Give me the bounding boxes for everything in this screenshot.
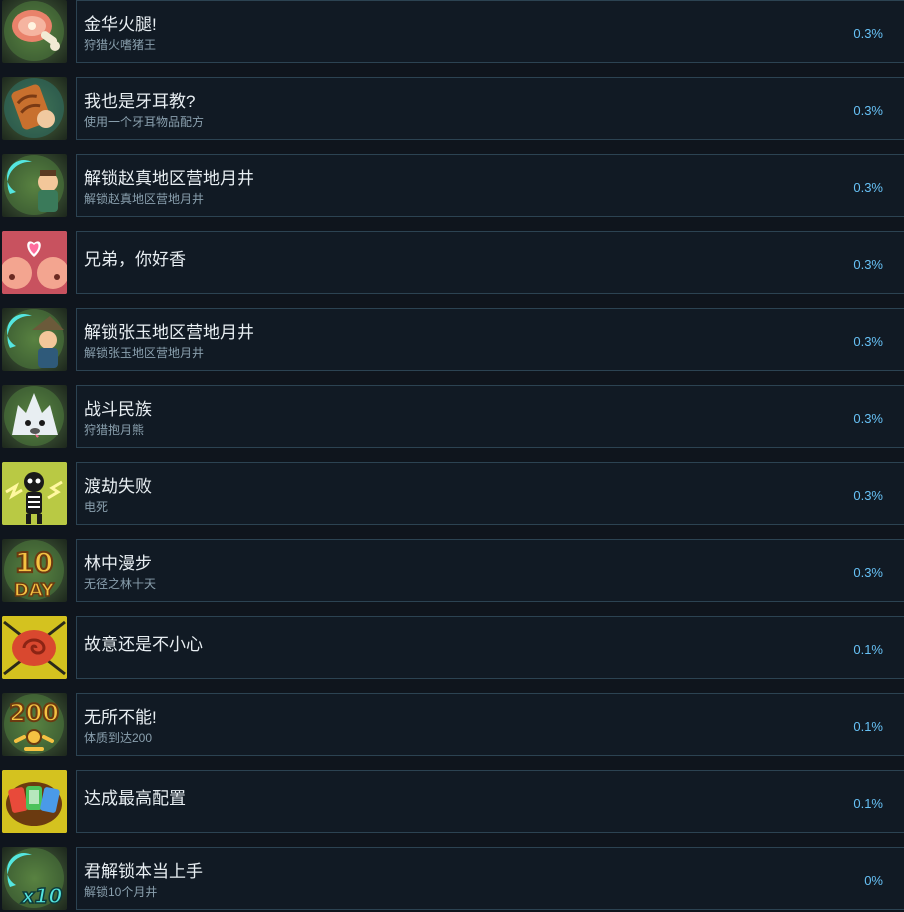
svg-text:DAY: DAY xyxy=(14,580,55,601)
achievement-card: 林中漫步 无径之林十天 0.3% xyxy=(76,539,904,602)
cards-icon xyxy=(2,770,67,833)
crescent-blade-villager-icon xyxy=(2,154,67,217)
achievement-description: 狩猎抱月熊 xyxy=(84,423,145,437)
achievement-row: 10 DAY 林中漫步 无径之林十天 0.3% xyxy=(0,539,904,604)
achievement-card: 君解锁本当上手 解锁10个月井 0% xyxy=(76,847,904,910)
achievement-description: 解锁赵真地区营地月井 xyxy=(84,192,205,206)
achievement-title: 达成最高配置 xyxy=(84,789,186,808)
achievement-row: 200 无所不能! 体质到达200 0.1% xyxy=(0,693,904,758)
achievement-title: 我也是牙耳教? xyxy=(84,92,196,111)
achievement-title: 金华火腿! xyxy=(84,15,157,34)
unlock-percentage: 0.3% xyxy=(853,103,883,118)
unlock-percentage: 0.1% xyxy=(853,796,883,811)
ten-day-icon: 10 DAY xyxy=(2,539,67,602)
achievement-card: 故意还是不小心 0.1% xyxy=(76,616,904,679)
ham-icon xyxy=(2,0,67,63)
svg-text:x10: x10 xyxy=(21,884,63,908)
achievement-title: 林中漫步 xyxy=(84,554,152,573)
achievement-row: 解锁张玉地区营地月井 解锁张玉地区营地月井 0.3% xyxy=(0,308,904,373)
achievement-row: 金华火腿! 狩猎火嗜猪王 0.3% xyxy=(0,0,904,65)
achievement-title: 故意还是不小心 xyxy=(84,635,203,654)
achievement-card: 解锁赵真地区营地月井 解锁赵真地区营地月井 0.3% xyxy=(76,154,904,217)
achievement-title: 解锁赵真地区营地月井 xyxy=(84,169,254,188)
achievement-title: 战斗民族 xyxy=(84,400,152,419)
scroll-icon xyxy=(2,77,67,140)
achievement-card: 金华火腿! 狩猎火嗜猪王 0.3% xyxy=(76,0,904,63)
achievement-card: 达成最高配置 0.1% xyxy=(76,770,904,833)
two-hundred-icon: 200 xyxy=(2,693,67,756)
achievement-row: 战斗民族 狩猎抱月熊 0.3% xyxy=(0,385,904,450)
unlock-percentage: 0.3% xyxy=(853,488,883,503)
achievement-description: 解锁张玉地区营地月井 xyxy=(84,346,205,360)
achievement-card: 解锁张玉地区营地月井 解锁张玉地区营地月井 0.3% xyxy=(76,308,904,371)
achievement-row: 故意还是不小心 0.1% xyxy=(0,616,904,681)
achievement-card: 无所不能! 体质到达200 0.1% xyxy=(76,693,904,756)
unlock-percentage: 0.3% xyxy=(853,26,883,41)
achievement-description: 解锁10个月井 xyxy=(84,885,158,899)
achievement-title: 解锁张玉地区营地月井 xyxy=(84,323,254,342)
svg-text:200: 200 xyxy=(9,699,59,727)
pig-heart-icon xyxy=(2,231,67,294)
meat-swirl-icon xyxy=(2,616,67,679)
achievement-description: 使用一个牙耳物品配方 xyxy=(84,115,205,129)
achievement-description: 电死 xyxy=(84,500,109,514)
unlock-percentage: 0.3% xyxy=(853,565,883,580)
achievement-row: 我也是牙耳教? 使用一个牙耳物品配方 0.3% xyxy=(0,77,904,142)
unlock-percentage: 0% xyxy=(864,873,883,888)
achievement-card: 我也是牙耳教? 使用一个牙耳物品配方 0.3% xyxy=(76,77,904,140)
electrocuted-skeleton-icon xyxy=(2,462,67,525)
unlock-percentage: 0.1% xyxy=(853,642,883,657)
achievement-row: 达成最高配置 0.1% xyxy=(0,770,904,835)
white-bear-icon xyxy=(2,385,67,448)
achievement-title: 无所不能! xyxy=(84,708,157,727)
unlock-percentage: 0.1% xyxy=(853,719,883,734)
svg-text:10: 10 xyxy=(15,546,54,579)
achievement-card: 战斗民族 狩猎抱月熊 0.3% xyxy=(76,385,904,448)
achievement-title: 渡劫失败 xyxy=(84,477,152,496)
achievement-list: 金华火腿! 狩猎火嗜猪王 0.3% 我也是牙耳教? 使用一个牙耳物品配方 0.3… xyxy=(0,0,904,910)
achievement-row: 兄弟，你好香 0.3% xyxy=(0,231,904,296)
achievement-row: 渡劫失败 电死 0.3% xyxy=(0,462,904,527)
achievement-description: 无径之林十天 xyxy=(84,577,157,591)
crescent-blade-x10-icon: x10 xyxy=(2,847,67,910)
achievement-card: 渡劫失败 电死 0.3% xyxy=(76,462,904,525)
unlock-percentage: 0.3% xyxy=(853,334,883,349)
achievement-description: 体质到达200 xyxy=(84,731,153,745)
achievement-description: 狩猎火嗜猪王 xyxy=(84,38,157,52)
achievement-row: x10 君解锁本当上手 解锁10个月井 0% xyxy=(0,847,904,912)
unlock-percentage: 0.3% xyxy=(853,257,883,272)
crescent-blade-hat-icon xyxy=(2,308,67,371)
achievement-card: 兄弟，你好香 0.3% xyxy=(76,231,904,294)
achievement-title: 兄弟，你好香 xyxy=(84,250,186,269)
unlock-percentage: 0.3% xyxy=(853,180,883,195)
achievement-title: 君解锁本当上手 xyxy=(84,862,203,881)
unlock-percentage: 0.3% xyxy=(853,411,883,426)
achievement-row: 解锁赵真地区营地月井 解锁赵真地区营地月井 0.3% xyxy=(0,154,904,219)
